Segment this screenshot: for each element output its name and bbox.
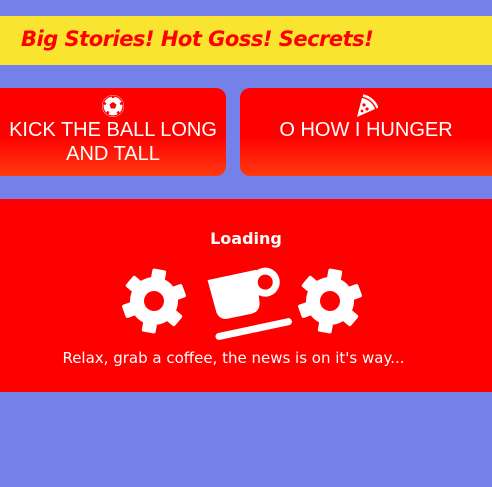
loading-icons [122, 267, 362, 340]
gear-icon [298, 268, 362, 334]
soccer-ball-icon [102, 95, 124, 117]
loading-message: Relax, grab a coffee, the news is on it'… [62, 349, 405, 367]
loading-title: Loading [210, 229, 282, 248]
category-button-food[interactable]: O HOW I HUNGER [240, 88, 492, 176]
gear-icon [122, 268, 186, 334]
pizza-slice-icon [357, 94, 378, 117]
category-label: KICK THE BALL LONG AND TALL [9, 119, 217, 165]
coffee-cup-icon [207, 267, 292, 340]
category-label: O HOW I HUNGER [279, 119, 453, 141]
category-button-sports[interactable]: KICK THE BALL LONG AND TALL [0, 88, 226, 176]
loading-panel: Loading Relax, grab a coffee, the news i… [0, 199, 492, 392]
header-banner: Big Stories! Hot Goss! Secrets! [0, 16, 492, 65]
site-title: Big Stories! Hot Goss! Secrets! [21, 27, 374, 51]
